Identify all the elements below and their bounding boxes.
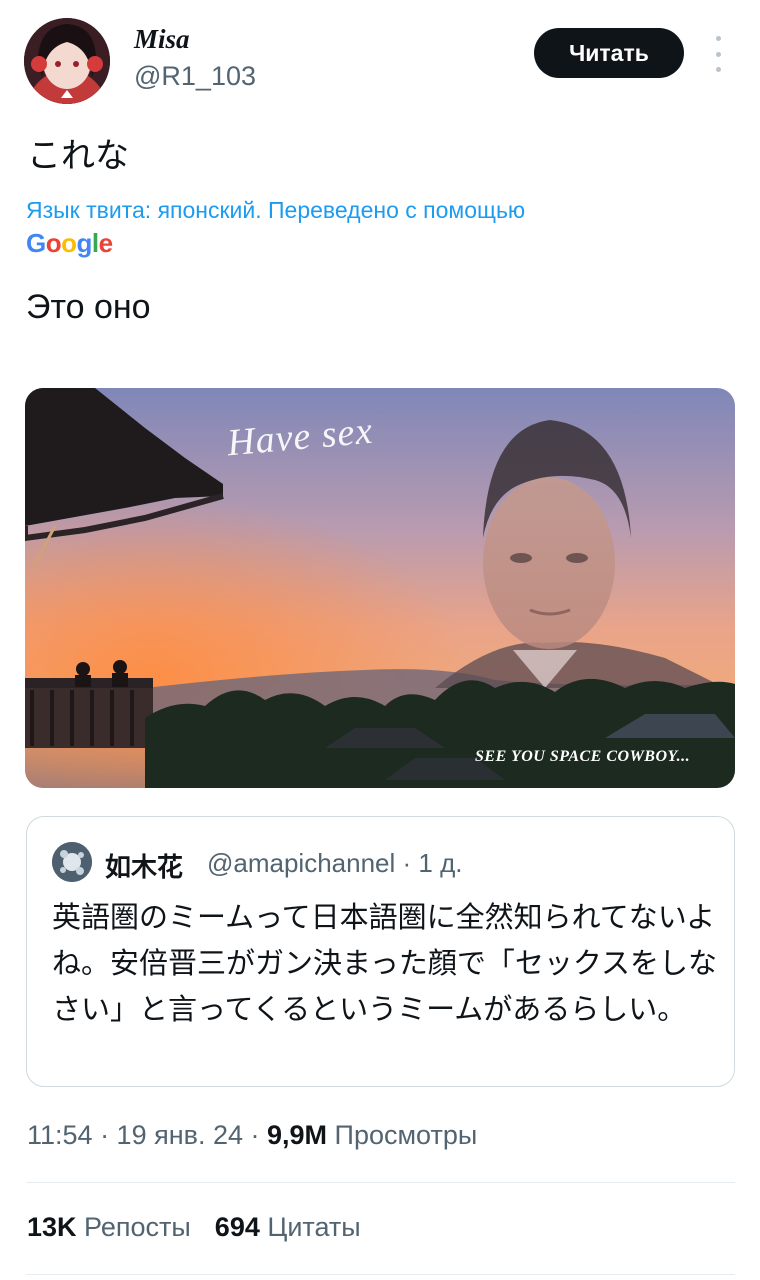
quote-author-name[interactable]: 如木花 [105, 847, 183, 884]
quote-author-handle[interactable]: @amapichannel · 1 д. [207, 848, 462, 879]
reposts-stat[interactable]: 13K Репосты [27, 1212, 191, 1242]
translation-note[interactable]: Язык твита: японский. Переведено с помощ… [26, 197, 525, 224]
quotes-stat[interactable]: 694 Цитаты [215, 1212, 361, 1242]
divider [26, 1182, 735, 1183]
tweet-timestamp: 11:54 · 19 янв. 24 · 9,9M Просмотры [27, 1120, 477, 1151]
translated-text: Это оно [26, 288, 151, 326]
quote-text: 英語圏のミームって日本語圏に全然知られてないよね。安倍晋三がガン決まった顔で「セ… [52, 902, 717, 1026]
tweet-header: Misa @R1_103 Читать [0, 0, 760, 110]
quote-author-avatar[interactable] [52, 842, 92, 882]
reposts-count: 13K [27, 1212, 77, 1242]
reposts-label: Репосты [84, 1212, 191, 1242]
quotes-count: 694 [214, 1212, 260, 1242]
google-logo: Google [26, 228, 113, 258]
author-display-name[interactable]: Misa [134, 24, 190, 55]
views-count: 9,9M [267, 1120, 328, 1150]
quotes-label: Цитаты [267, 1212, 361, 1242]
tweet-media-image[interactable]: Have sex SEE YOU SPACE COWBOY... [25, 388, 735, 788]
author-handle[interactable]: @R1_103 [134, 61, 256, 92]
tweet-stats: 13K Репосты 694 Цитаты [27, 1212, 361, 1243]
follow-button[interactable]: Читать [534, 28, 684, 78]
tweet-text: これな [27, 137, 129, 175]
media-caption-bottom: SEE YOU SPACE COWBOY... [475, 748, 691, 765]
author-avatar[interactable] [24, 18, 110, 104]
views-label: Просмотры [334, 1120, 478, 1150]
quoted-tweet-card[interactable]: 如木花 @amapichannel · 1 д. 英語圏のミームって日本語圏に全… [26, 816, 735, 1087]
tweet-time-date[interactable]: 11:54 · 19 янв. 24 · [27, 1120, 267, 1150]
divider [26, 1274, 735, 1275]
more-options-icon[interactable] [703, 36, 733, 72]
